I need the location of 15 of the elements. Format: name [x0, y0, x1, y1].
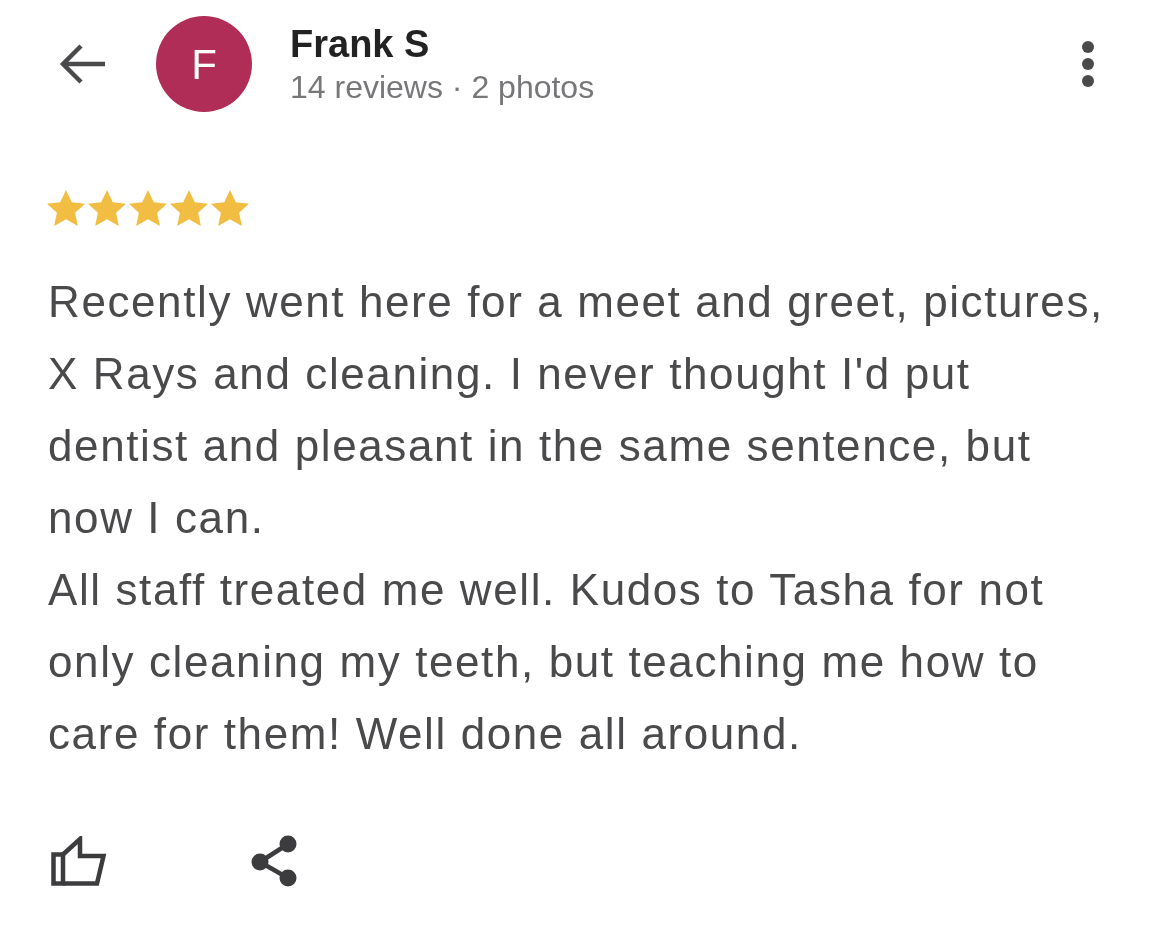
- like-button[interactable]: [50, 835, 108, 887]
- star-icon: [211, 190, 249, 226]
- share-icon: [250, 835, 298, 887]
- thumbs-up-icon: [51, 836, 107, 886]
- review-paragraph: Recently went here for a meet and greet, pictures, X Rays and cleaning. I never thought I'd put dentist and pleasant in the same sentence, but now I can.: [48, 276, 1105, 544]
- back-arrow-icon: [57, 44, 107, 84]
- star-icon: [170, 190, 208, 226]
- star-icon: [47, 190, 85, 226]
- reviewer-name: Frank S: [290, 22, 431, 67]
- more-vertical-icon: [1081, 41, 1095, 87]
- reviewer-stats: 14 reviews · 2 photos: [290, 68, 595, 107]
- star-icon: [129, 190, 167, 226]
- star-icon: [88, 190, 126, 226]
- avatar: F: [156, 16, 252, 112]
- review-paragraph: All staff treated me well. Kudos to Tasha for not only cleaning my teeth, but teaching me how to care for them! Well done all around.: [48, 564, 1046, 760]
